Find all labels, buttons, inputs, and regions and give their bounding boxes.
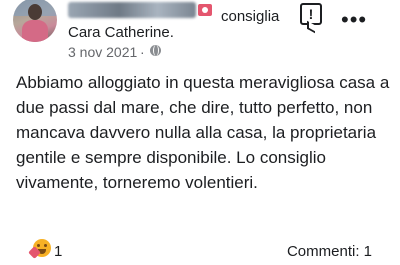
reaction-eye-left [37, 244, 40, 247]
report-button[interactable]: ! [300, 3, 322, 25]
reaction-eye-right [44, 244, 47, 247]
avatar-body [22, 20, 48, 42]
post-date[interactable]: 3 nov 2021 [68, 44, 137, 60]
care-reaction-icon[interactable] [28, 239, 51, 259]
reaction-count[interactable]: 1 [54, 243, 62, 260]
recommend-icon [198, 4, 212, 16]
globe-icon [150, 45, 161, 56]
comments-count[interactable]: Commenti: 1 [287, 243, 372, 260]
author-name-redacted[interactable] [68, 2, 196, 18]
more-options-button[interactable]: ••• [341, 9, 367, 31]
report-icon: ! [308, 6, 314, 22]
page-name[interactable]: Cara Catherine. [68, 24, 174, 41]
post-body: Abbiamo alloggiato in questa meraviglios… [16, 73, 390, 192]
author-avatar[interactable] [13, 0, 57, 42]
avatar-head [28, 4, 42, 20]
date-separator: · [140, 44, 145, 60]
recommend-label: consiglia [221, 8, 280, 25]
